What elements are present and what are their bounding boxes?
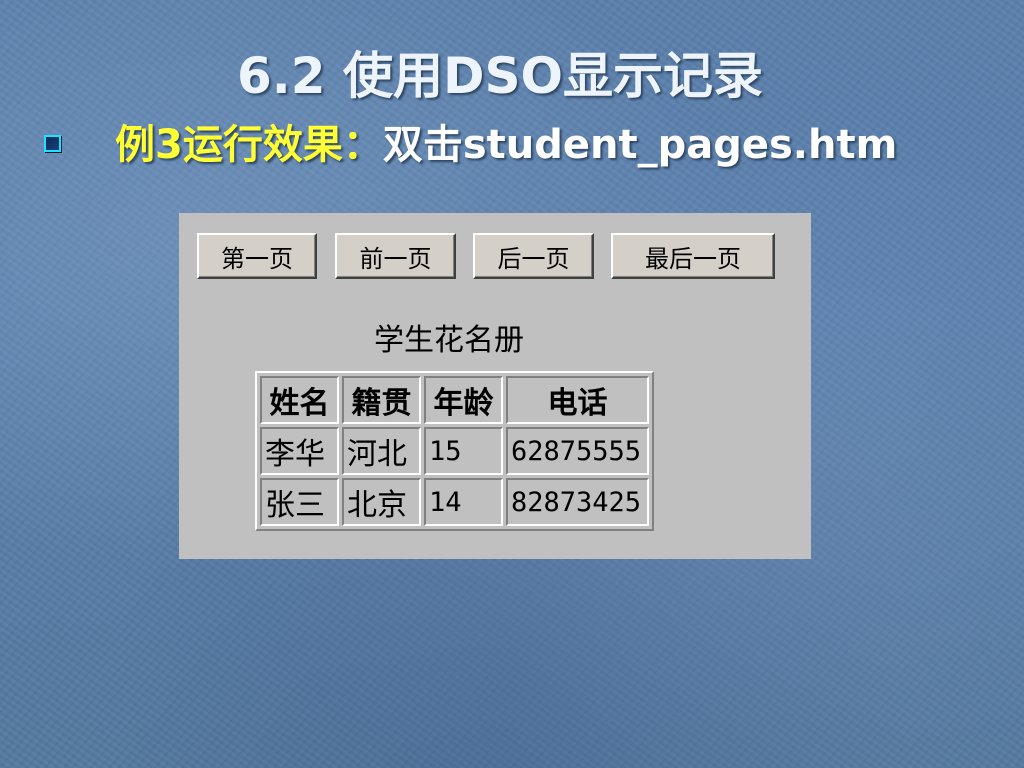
- app-screenshot-panel: 第一页 前一页 后一页 最后一页 学生花名册 姓名 籍贯 年龄 电话 李华 河北…: [179, 213, 811, 559]
- cell-hometown: 北京: [342, 478, 421, 526]
- cell-age: 14: [424, 478, 503, 526]
- cell-hometown: 河北: [342, 427, 421, 475]
- student-roster-table: 姓名 籍贯 年龄 电话 李华 河北 15 62875555 张三 北京 14 8…: [255, 371, 654, 531]
- cell-age: 15: [424, 427, 503, 475]
- next-page-button[interactable]: 后一页: [473, 233, 594, 279]
- bullet-row: 例3运行效果： 双击student_pages.htm: [44, 116, 897, 168]
- slide-title-number: 6.2: [236, 47, 343, 105]
- cell-name: 张三: [260, 478, 339, 526]
- first-page-button[interactable]: 第一页: [197, 233, 317, 279]
- table-row: 李华 河北 15 62875555: [260, 427, 649, 475]
- table-caption: 学生花名册: [374, 323, 524, 358]
- bullet-highlight-text: 例3运行效果：: [115, 122, 383, 168]
- slide-title-text: 使用DSO显示记录: [342, 47, 763, 105]
- column-header-hometown: 籍贯: [342, 376, 421, 424]
- square-bullet-icon: [44, 134, 61, 152]
- table-header-row: 姓名 籍贯 年龄 电话: [260, 376, 649, 424]
- cell-name: 李华: [260, 427, 339, 475]
- slide-title: 6.2 使用DSO显示记录: [0, 36, 1000, 108]
- cell-phone: 82873425: [506, 478, 649, 526]
- column-header-age: 年龄: [424, 376, 503, 424]
- table-row: 张三 北京 14 82873425: [260, 478, 649, 526]
- cell-phone: 62875555: [506, 427, 649, 475]
- column-header-phone: 电话: [506, 376, 649, 424]
- previous-page-button[interactable]: 前一页: [335, 233, 456, 279]
- bullet-rest-text: 双击student_pages.htm: [382, 122, 898, 168]
- column-header-name: 姓名: [260, 376, 339, 424]
- last-page-button[interactable]: 最后一页: [611, 233, 775, 279]
